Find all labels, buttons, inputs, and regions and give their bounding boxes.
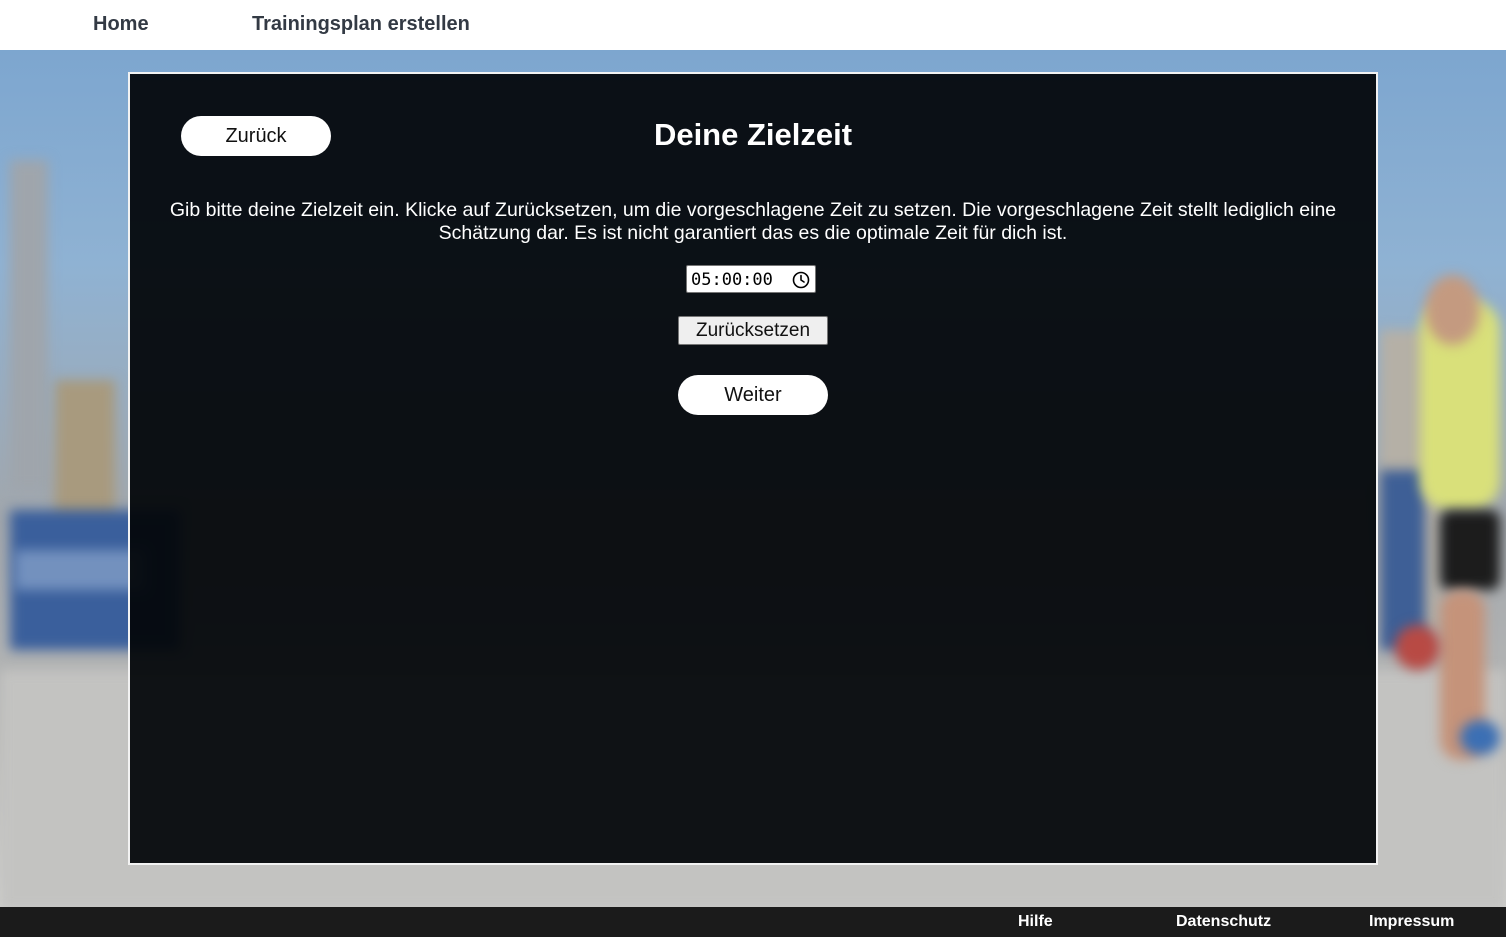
target-time-panel: Zurück Deine Zielzeit Gib bitte deine Zi… xyxy=(128,72,1378,865)
footer-privacy-link[interactable]: Datenschutz xyxy=(1176,913,1271,931)
clock-icon[interactable] xyxy=(792,271,810,289)
nav-home-link[interactable]: Home xyxy=(93,13,149,36)
nav-create-plan-link[interactable]: Trainingsplan erstellen xyxy=(252,13,470,36)
page-title: Deine Zielzeit xyxy=(653,117,853,152)
instructions-text: Gib bitte deine Zielzeit ein. Klicke auf… xyxy=(169,199,1337,244)
reset-button[interactable]: Zurücksetzen xyxy=(678,316,828,345)
footer: Hilfe Datenschutz Impressum xyxy=(0,907,1506,937)
footer-help-link[interactable]: Hilfe xyxy=(1018,913,1053,931)
top-navigation: Home Trainingsplan erstellen xyxy=(0,0,1506,50)
footer-imprint-link[interactable]: Impressum xyxy=(1369,913,1454,931)
next-button[interactable]: Weiter xyxy=(678,375,828,415)
target-time-value[interactable]: 05:00:00 xyxy=(691,270,773,290)
target-time-input[interactable]: 05:00:00 xyxy=(686,265,816,293)
